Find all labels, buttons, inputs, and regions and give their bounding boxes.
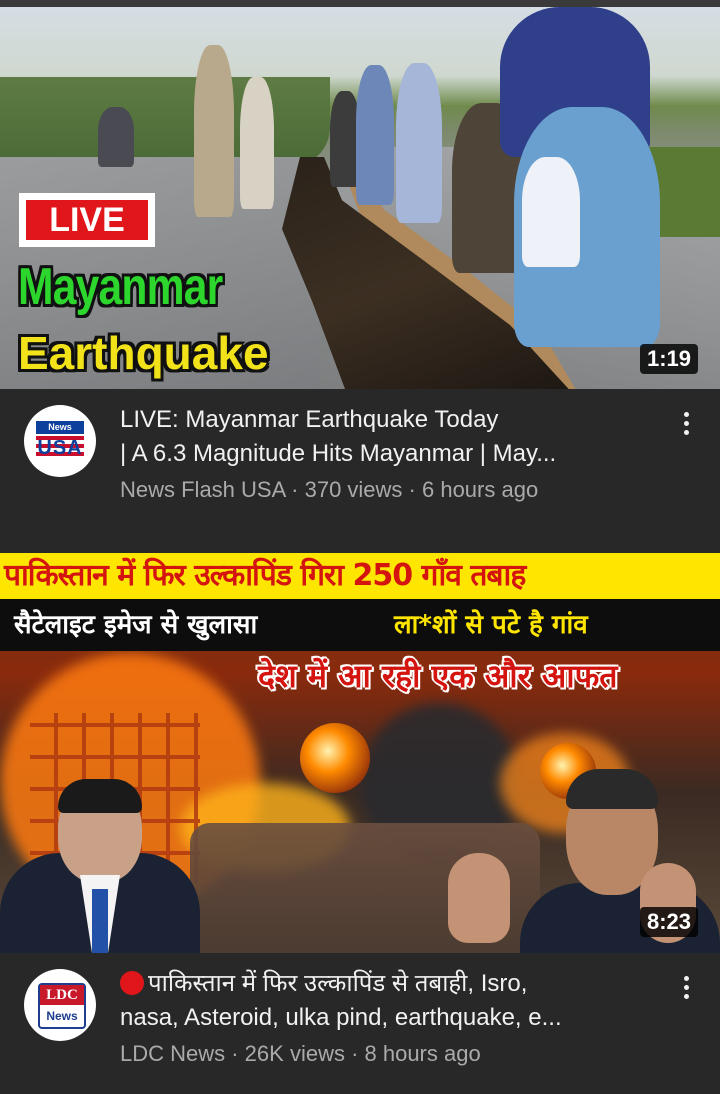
thumbnail-title-line1: Mayanmar [18,258,223,316]
thumbnail-title-line2: Earthquake [18,327,269,379]
more-options-icon[interactable] [672,973,700,1007]
video-thumbnail-2[interactable]: पाकिस्तान में फिर उल्कापिंड गिरा 250 गाँ… [0,553,720,953]
video-metadata: News Flash USA · 370 views · 6 hours ago [120,477,539,502]
video-title[interactable]: LIVE: Mayanmar Earthquake Today | A 6.3 … [120,403,660,471]
red-circle-icon [120,971,144,995]
video-meta-2: LDC News पाकिस्तान में फिर उल्कापिंड से … [0,953,720,1083]
duration-badge: 1:19 [640,344,699,374]
thumbnail-headline-2b: ला*शों से पटे है गांव [394,610,588,640]
thumbnail-headline-2a: सैटेलाइट इमेज से खुलासा [14,610,258,640]
status-strip [0,0,720,7]
more-options-icon[interactable] [672,409,700,443]
duration-badge: 8:23 [640,907,699,937]
thumbnail-headline-3: देश में आ रही एक और आफत [258,657,618,695]
live-badge: LIVE [19,193,155,247]
meteor-image [300,723,370,793]
channel-avatar[interactable]: News Flash USA [24,405,96,477]
video-title[interactable]: पाकिस्तान में फिर उल्कापिंड से तबाही, Is… [120,967,660,1035]
video-meta-1: News Flash USA LIVE: Mayanmar Earthquake… [0,389,720,519]
thumbnail-headline-1: पाकिस्तान में फिर उल्कापिंड गिरा 250 गाँ… [4,558,526,593]
video-metadata: LDC News · 26K views · 8 hours ago [120,1041,481,1066]
video-thumbnail-1[interactable]: LIVE Mayanmar Earthquake 1:19 [0,7,720,389]
channel-avatar[interactable]: LDC News [24,969,96,1041]
